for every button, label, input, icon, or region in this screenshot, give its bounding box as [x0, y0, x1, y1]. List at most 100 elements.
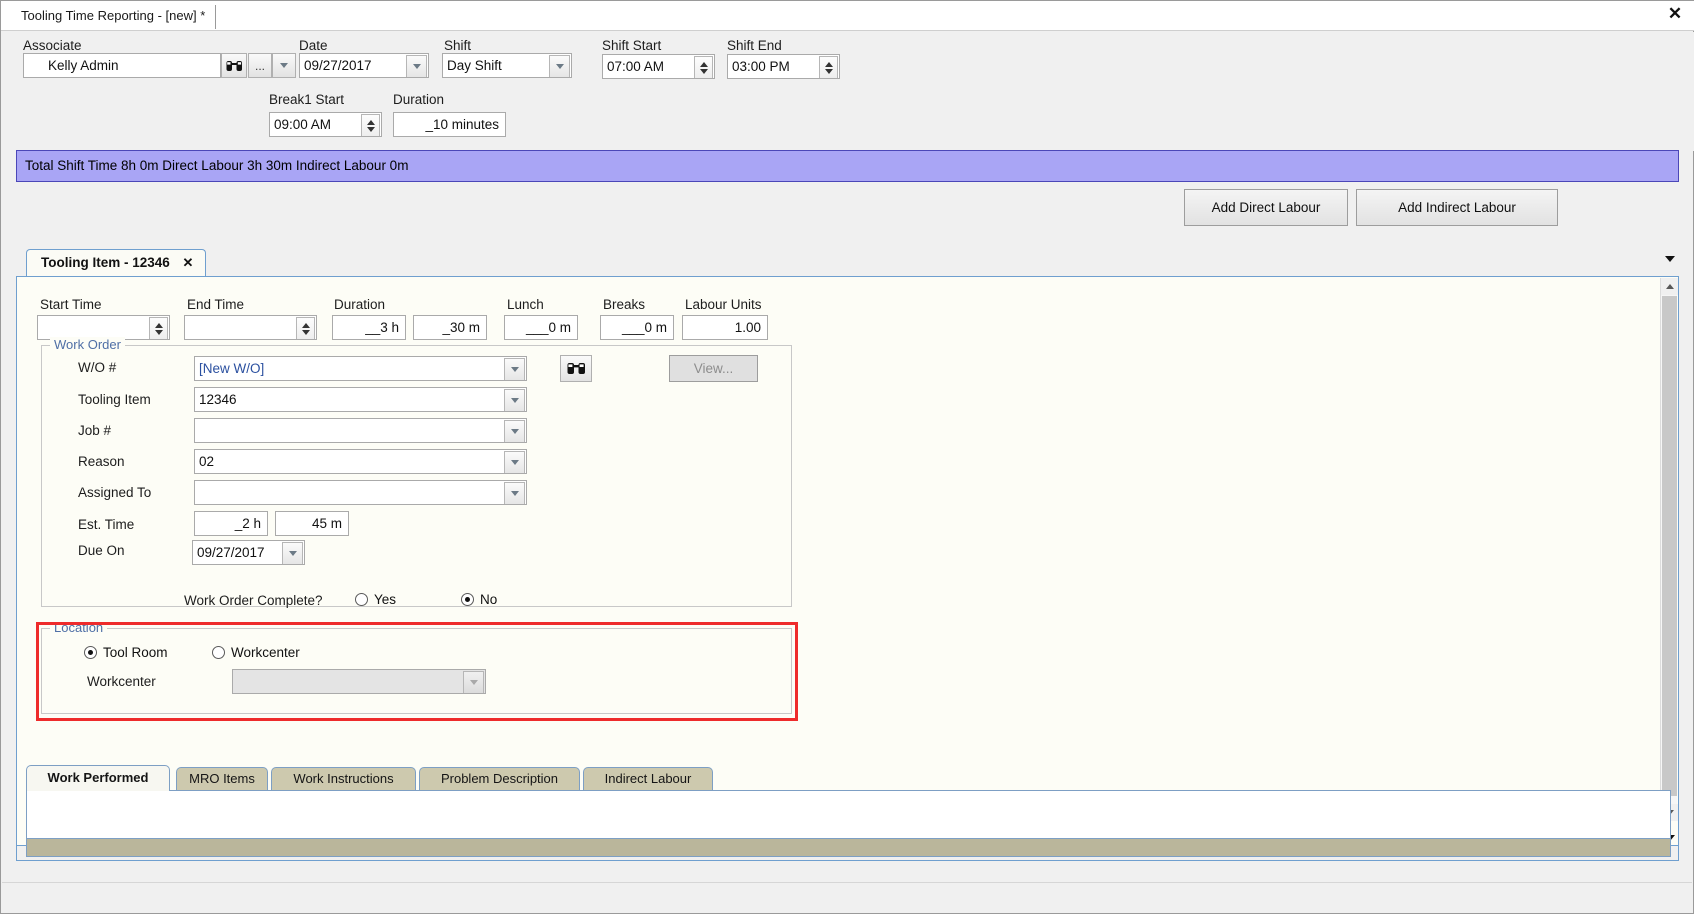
- work-order-complete-yes-radio[interactable]: Yes: [355, 592, 396, 607]
- labour-units-input[interactable]: 1.00: [682, 315, 768, 340]
- shift-dropdown-button[interactable]: [549, 55, 570, 77]
- add-indirect-labour-button[interactable]: Add Indirect Labour: [1356, 189, 1558, 226]
- shift-start-input[interactable]: 07:00 AM: [602, 54, 715, 79]
- shift-start-value: 07:00 AM: [607, 59, 665, 74]
- tab-indirect-labour-label: Indirect Labour: [604, 771, 692, 786]
- location-workcenter-radio[interactable]: Workcenter: [212, 645, 300, 660]
- break1-start-stepper[interactable]: [361, 114, 380, 136]
- caret-down-icon: [154, 329, 163, 335]
- location-group: Location Tool Room Workcenter Workcenter: [41, 620, 792, 714]
- shift-end-input[interactable]: 03:00 PM: [727, 54, 840, 79]
- due-on-dropdown-button[interactable]: [282, 542, 303, 564]
- item-tab-strip: Tooling Item - 12346 ✕: [16, 249, 1679, 277]
- workcenter-select[interactable]: [232, 669, 486, 694]
- lunch-label: Lunch: [507, 297, 544, 312]
- break1-duration-input[interactable]: _10 minutes: [393, 112, 506, 137]
- tab-indirect-labour[interactable]: Indirect Labour: [583, 767, 713, 791]
- item-tab-close-icon[interactable]: ✕: [183, 255, 194, 270]
- header-fields: Associate Kelly Admin ... Date 09/27/201…: [1, 32, 1694, 151]
- wo-number-label: W/O #: [78, 360, 117, 375]
- duration-minutes-input[interactable]: _30 m: [413, 315, 487, 340]
- status-bar: [2, 882, 1692, 912]
- close-icon[interactable]: ✕: [1665, 4, 1685, 24]
- document-tab[interactable]: Tooling Time Reporting - [new] *: [11, 5, 217, 29]
- work-order-complete-yes-label: Yes: [374, 592, 397, 607]
- duration-hours-input[interactable]: __3 h: [332, 315, 406, 340]
- associate-label: Associate: [23, 38, 82, 53]
- workcenter-dropdown-button[interactable]: [463, 671, 484, 693]
- associate-input[interactable]: Kelly Admin: [23, 53, 221, 78]
- tab-work-instructions[interactable]: Work Instructions: [271, 767, 416, 791]
- wo-number-binoculars-icon[interactable]: [560, 355, 592, 382]
- caret-down-icon: [824, 68, 833, 74]
- job-number-select[interactable]: [194, 418, 527, 443]
- est-time-hours-input[interactable]: _2 h: [194, 511, 268, 536]
- due-on-input[interactable]: 09/27/2017: [192, 540, 305, 565]
- lunch-value: ___0 m: [525, 320, 571, 335]
- end-time-label: End Time: [187, 297, 245, 312]
- shift-start-stepper[interactable]: [694, 56, 713, 78]
- tab-problem-description[interactable]: Problem Description: [419, 767, 580, 791]
- work-performed-textarea[interactable]: [26, 790, 1671, 839]
- radio-circle-icon: [355, 593, 368, 606]
- est-time-minutes-input[interactable]: 45 m: [275, 511, 349, 536]
- labour-units-label: Labour Units: [685, 297, 762, 312]
- end-time-input[interactable]: [184, 315, 317, 340]
- reason-dropdown-button[interactable]: [504, 451, 525, 473]
- associate-value: Kelly Admin: [48, 58, 119, 73]
- associate-ellipsis-button[interactable]: ...: [248, 53, 272, 78]
- wo-number-value: [New W/O]: [199, 361, 265, 376]
- shift-end-stepper[interactable]: [819, 56, 838, 78]
- tooling-item-label: Tooling Item: [78, 392, 151, 407]
- associate-dropdown-button[interactable]: [272, 53, 296, 78]
- location-tool-room-radio[interactable]: Tool Room: [84, 645, 168, 660]
- breaks-label: Breaks: [603, 297, 646, 312]
- tooling-time-reporting-window: Tooling Time Reporting - [new] * ✕ Assoc…: [0, 0, 1694, 914]
- end-time-stepper[interactable]: [296, 317, 315, 339]
- caret-up-icon: [824, 61, 833, 67]
- wo-number-dropdown-button[interactable]: [504, 358, 525, 380]
- reason-select[interactable]: 02: [194, 449, 527, 474]
- duration-minutes-value: _30 m: [442, 320, 480, 335]
- panel-vertical-scrollbar[interactable]: [1660, 278, 1678, 821]
- associate-binoculars-icon[interactable]: [221, 53, 247, 78]
- breaks-input[interactable]: ___0 m: [600, 315, 674, 340]
- work-order-complete-no-label: No: [480, 592, 498, 607]
- view-button[interactable]: View...: [669, 355, 758, 382]
- job-number-dropdown-button[interactable]: [504, 420, 525, 442]
- chevron-down-icon: [510, 460, 519, 465]
- scrollbar-thumb[interactable]: [1662, 296, 1677, 796]
- date-input[interactable]: 09/27/2017: [299, 53, 429, 78]
- wo-number-select[interactable]: [New W/O]: [194, 356, 527, 381]
- lunch-input[interactable]: ___0 m: [504, 315, 578, 340]
- work-order-complete-no-radio[interactable]: No: [461, 592, 497, 607]
- title-bar: Tooling Time Reporting - [new] * ✕: [1, 1, 1694, 31]
- tooling-item-select[interactable]: 12346: [194, 387, 527, 412]
- tab-mro-items[interactable]: MRO Items: [176, 767, 268, 791]
- tooling-item-dropdown-button[interactable]: [504, 389, 525, 411]
- caret-up-icon: [154, 322, 163, 328]
- tab-tooling-item-12346[interactable]: Tooling Item - 12346 ✕: [26, 249, 207, 277]
- work-order-complete-label: Work Order Complete?: [184, 593, 323, 608]
- caret-up-icon: [301, 322, 310, 328]
- tooling-item-value: 12346: [199, 392, 237, 407]
- shift-select[interactable]: Day Shift: [442, 53, 572, 78]
- tab-work-performed[interactable]: Work Performed: [26, 765, 170, 791]
- shift-label: Shift: [444, 38, 472, 53]
- bottom-pane-footer: [26, 839, 1671, 857]
- assigned-to-dropdown-button[interactable]: [504, 482, 525, 504]
- duration-hours-value: __3 h: [365, 320, 399, 335]
- break1-start-input[interactable]: 09:00 AM: [269, 112, 382, 137]
- due-on-value: 09/27/2017: [197, 545, 265, 560]
- add-direct-labour-button[interactable]: Add Direct Labour: [1184, 189, 1348, 226]
- chevron-down-icon: [510, 367, 519, 372]
- start-time-stepper[interactable]: [149, 317, 168, 339]
- work-order-group: Work Order W/O # [New W/O] View... Tooli…: [41, 337, 792, 608]
- assigned-to-select[interactable]: [194, 480, 527, 505]
- scroll-up-icon[interactable]: [1661, 278, 1678, 295]
- breaks-value: ___0 m: [621, 320, 667, 335]
- tab-strip-overflow-icon[interactable]: [1665, 256, 1675, 262]
- start-time-label: Start Time: [40, 297, 102, 312]
- break1-start-value: 09:00 AM: [274, 117, 332, 132]
- date-dropdown-button[interactable]: [406, 55, 427, 77]
